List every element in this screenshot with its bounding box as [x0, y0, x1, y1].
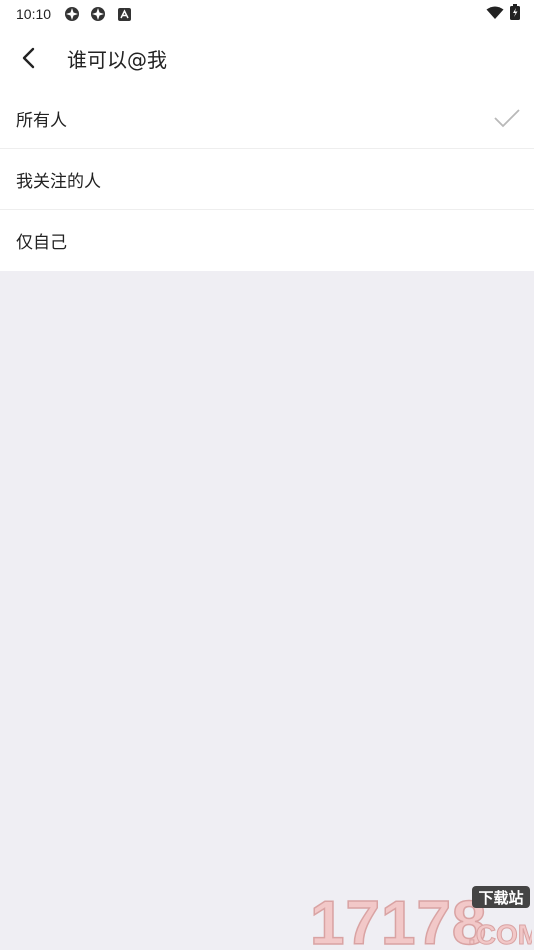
watermark-tagline: 下载站 — [478, 889, 523, 907]
app-icon — [63, 5, 81, 23]
watermark-number: 17178 — [310, 889, 487, 948]
option-everyone[interactable]: 所有人 — [0, 88, 534, 149]
option-label: 所有人 — [16, 110, 67, 131]
status-right-icons — [486, 4, 520, 24]
app-icon — [89, 5, 107, 23]
back-button[interactable] — [0, 28, 58, 88]
a-badge-icon — [115, 5, 133, 23]
battery-icon — [510, 4, 520, 24]
option-label: 我关注的人 — [16, 171, 101, 192]
chevron-left-icon — [22, 47, 35, 69]
mention-options-list: 所有人 我关注的人 仅自己 — [0, 88, 534, 271]
watermark-domain: .COM — [468, 919, 532, 948]
option-label: 仅自己 — [16, 233, 67, 253]
watermark-logo: 17178 下载站 .COM — [309, 886, 534, 950]
status-bar: 10:10 — [0, 0, 534, 28]
option-following[interactable]: 我关注的人 — [0, 149, 534, 210]
option-only-me[interactable]: 仅自己 — [0, 210, 534, 271]
check-icon — [494, 109, 520, 128]
status-time: 10:10 — [16, 6, 52, 22]
nav-bar: 谁可以@我 — [0, 28, 534, 88]
wifi-icon — [486, 5, 504, 24]
page-title: 谁可以@我 — [67, 47, 167, 72]
